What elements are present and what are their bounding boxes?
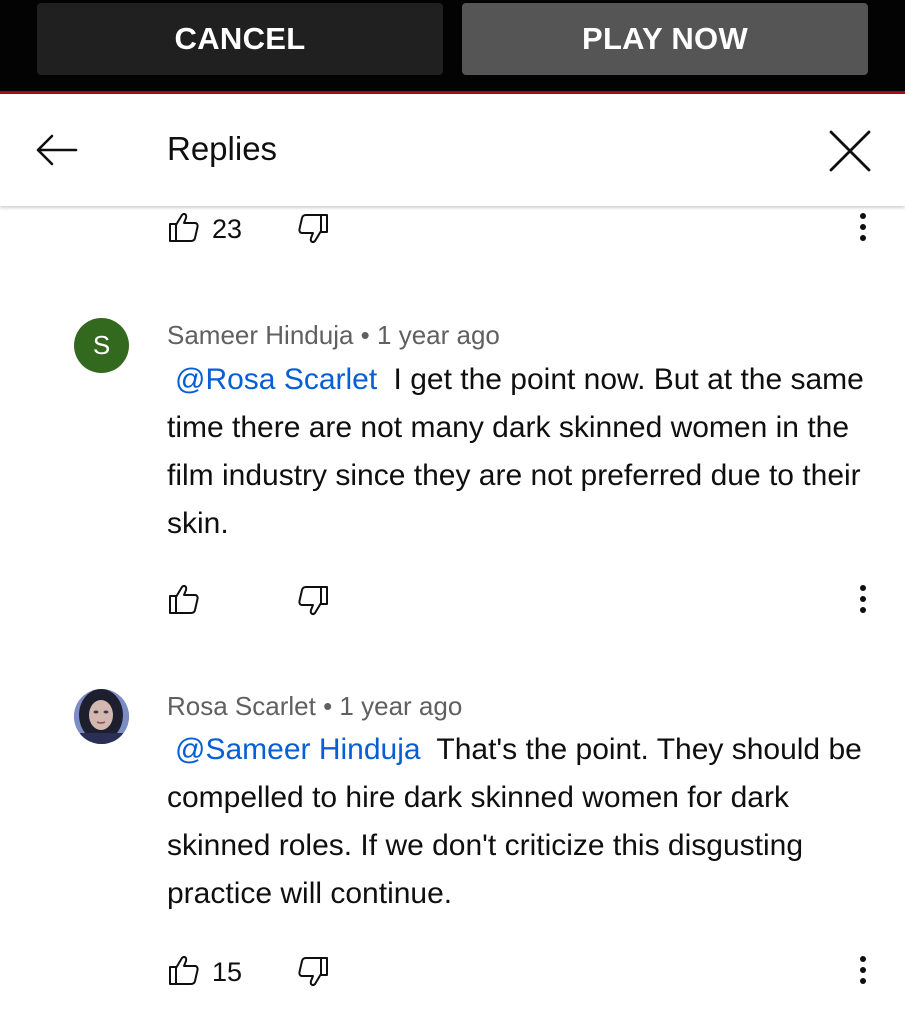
- promo-bar: CANCEL PLAY NOW: [0, 0, 905, 92]
- comment-action-row: 15: [0, 953, 905, 993]
- mention-link[interactable]: @Rosa Scarlet: [167, 363, 385, 396]
- cancel-button[interactable]: CANCEL: [37, 3, 443, 75]
- comment-text: @Rosa Scarlet I get the point now. But a…: [167, 356, 877, 548]
- more-options-icon[interactable]: [851, 210, 875, 250]
- more-options-icon[interactable]: [851, 953, 875, 993]
- comment-time: 1 year ago: [339, 691, 463, 721]
- avatar[interactable]: [74, 689, 129, 744]
- page-title: Replies: [167, 130, 278, 167]
- like-count: 23: [212, 214, 243, 244]
- avatar-letter: S: [92, 330, 111, 360]
- play-now-button[interactable]: PLAY NOW: [462, 3, 868, 75]
- comment-author[interactable]: Rosa Scarlet: [167, 691, 316, 721]
- top-action-row: 23: [0, 210, 905, 250]
- thumbs-down-icon[interactable]: [296, 955, 330, 989]
- comment-text: @Sameer Hinduja That's the point. They s…: [167, 726, 877, 918]
- thumbs-up-icon[interactable]: [167, 210, 201, 244]
- meta-separator: •: [323, 691, 333, 721]
- comment-meta: Sameer Hinduja • 1 year ago: [167, 320, 500, 351]
- like-count: 15: [212, 957, 243, 987]
- comment-meta: Rosa Scarlet • 1 year ago: [167, 691, 462, 722]
- comment-author[interactable]: Sameer Hinduja: [167, 320, 353, 350]
- thumbs-up-icon[interactable]: [167, 582, 201, 616]
- comment-time: 1 year ago: [377, 320, 500, 350]
- mention-link[interactable]: @Sameer Hinduja: [167, 733, 429, 766]
- back-arrow-icon[interactable]: [32, 130, 80, 170]
- more-options-icon[interactable]: [851, 582, 875, 622]
- thumbs-down-icon[interactable]: [296, 584, 330, 618]
- replies-header: Replies: [0, 94, 905, 206]
- meta-separator: •: [360, 320, 370, 350]
- close-icon[interactable]: [826, 127, 874, 175]
- thumbs-up-icon[interactable]: [167, 953, 201, 987]
- thumbs-down-icon[interactable]: [296, 212, 330, 246]
- avatar[interactable]: S: [74, 318, 129, 373]
- profile-photo-icon: [74, 689, 129, 744]
- comment-action-row: [0, 582, 905, 622]
